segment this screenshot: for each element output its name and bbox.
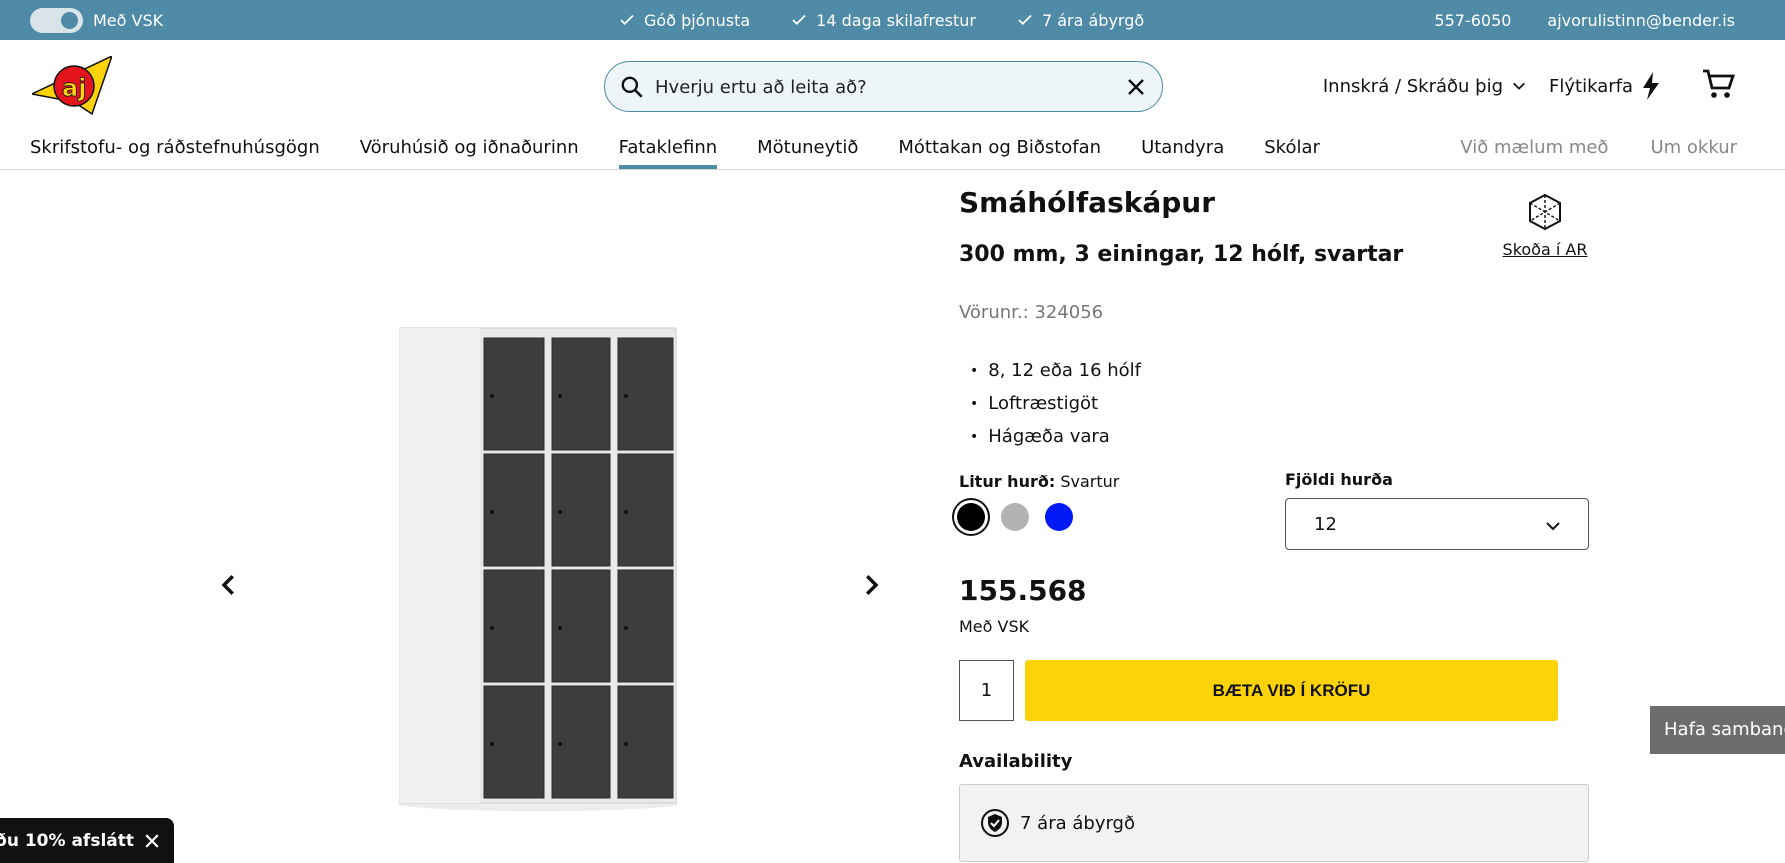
top-bar: Með VSK Góð þjónusta 14 daga skilafrestu… [0, 0, 1785, 40]
promo-text: fáðu 10% afslátt [0, 830, 134, 851]
product-sku: Vörunr.: 324056 [959, 302, 1104, 323]
close-icon[interactable] [1124, 75, 1148, 99]
usp-item: 14 daga skilafrestur [790, 11, 976, 30]
product-price: 155.568 [959, 574, 1087, 607]
feature-item: 8, 12 eða 16 hólf [970, 354, 1141, 387]
feature-item: Hágæða vara [970, 420, 1141, 453]
close-icon[interactable] [142, 831, 162, 851]
header-actions: Innskrá / Skráðu þig Flýtikarfa [1323, 66, 1737, 106]
availability-box: 7 ára ábyrgð [959, 784, 1589, 862]
doors-label: Fjöldi hurða [1285, 470, 1393, 489]
usp-item: Góð þjónusta [618, 11, 750, 30]
nav-item-warehouse[interactable]: Vöruhúsið og iðnaðurinn [360, 132, 579, 170]
chevron-down-icon [1546, 522, 1560, 531]
vat-toggle[interactable]: Með VSK [30, 8, 163, 33]
add-to-cart-button[interactable]: BÆTA VIÐ Í KRÖFU [1025, 660, 1558, 721]
contact-us-tab[interactable]: Hafa samband [1650, 706, 1785, 754]
color-value: Svartur [1060, 472, 1120, 491]
search-icon[interactable] [619, 74, 645, 100]
usp-item: 7 ára ábyrgð [1016, 11, 1144, 30]
login-label: Innskrá / Skráðu þig [1322, 75, 1504, 97]
view-in-ar-button[interactable]: Skoða í AR [1500, 192, 1590, 259]
product-title: Smáhólfaskápur [959, 186, 1216, 219]
main-nav: Skrifstofu- og ráðstefnuhúsgögn Vöruhúsi… [30, 132, 1360, 170]
usp-list: Góð þjónusta 14 daga skilafrestur 7 ára … [618, 0, 1144, 40]
ar-label: Skoða í AR [1502, 240, 1588, 259]
check-icon [1018, 14, 1032, 26]
search-bar [604, 61, 1163, 112]
contact-info: 557-6050 ajvorulistinn@bender.is [1434, 0, 1735, 40]
color-label: Litur hurð: Svartur [959, 472, 1119, 491]
doors-value: 12 [1314, 513, 1337, 535]
vat-toggle-label: Með VSK [93, 11, 164, 30]
color-label-title: Litur hurð: [959, 472, 1056, 491]
login-dropdown[interactable]: Innskrá / Skráðu þig [1323, 76, 1527, 97]
chevron-down-icon [1513, 82, 1525, 90]
chevron-right-icon[interactable] [856, 570, 886, 600]
usp-label: 14 daga skilafrestur [816, 10, 976, 30]
ar-cube-icon [1529, 193, 1561, 231]
cart-button[interactable] [1701, 66, 1737, 107]
nav-link-about[interactable]: Um okkur [1650, 132, 1737, 170]
swatch-blue[interactable] [1045, 503, 1073, 531]
availability-text: 7 ára ábyrgð [1020, 812, 1135, 834]
price-vat-label: Með VSK [959, 617, 1030, 636]
color-swatches [957, 503, 1073, 531]
quick-cart-button[interactable]: Flýtikarfa [1549, 72, 1661, 100]
product-subtitle: 300 mm, 3 einingar, 12 hólf, svartar [959, 242, 1404, 267]
swatch-black[interactable] [957, 503, 985, 531]
feature-list: 8, 12 eða 16 hólf Loftræstigöt Hágæða va… [970, 354, 1141, 453]
phone-link[interactable]: 557-6050 [1434, 11, 1511, 30]
search-input[interactable] [655, 72, 1095, 102]
shield-check-icon [981, 809, 1009, 837]
check-icon [792, 14, 806, 26]
usp-label: 7 ára ábyrgð [1041, 10, 1145, 30]
quantity-input[interactable]: 1 [959, 660, 1014, 721]
nav-item-office[interactable]: Skrifstofu- og ráðstefnuhúsgögn [30, 132, 320, 170]
nav-item-reception[interactable]: Móttakan og Biðstofan [898, 132, 1101, 170]
nav-divider [0, 169, 1785, 170]
nav-item-outdoor[interactable]: Utandyra [1141, 132, 1224, 170]
svg-text:aj: aj [62, 74, 86, 102]
chevron-left-icon[interactable] [214, 570, 244, 600]
check-icon [620, 14, 634, 26]
aj-logo[interactable]: aj [29, 54, 114, 116]
secondary-nav: Við mælum með Um okkur [1460, 132, 1737, 170]
feature-item: Loftræstigöt [970, 387, 1141, 420]
nav-link-recommend[interactable]: Við mælum með [1460, 132, 1608, 170]
lightning-icon [1643, 72, 1659, 100]
email-link[interactable]: ajvorulistinn@bender.is [1547, 11, 1735, 30]
nav-item-canteen[interactable]: Mötuneytið [757, 132, 858, 170]
nav-item-cloakroom[interactable]: Fataklefinn [618, 132, 718, 170]
nav-item-schools[interactable]: Skólar [1264, 132, 1320, 170]
product-image [398, 326, 678, 811]
promo-banner[interactable]: fáðu 10% afslátt [0, 818, 174, 863]
quick-cart-label: Flýtikarfa [1549, 75, 1633, 97]
cart-icon [1703, 69, 1735, 98]
toggle-switch[interactable] [30, 8, 83, 33]
availability-title: Availability [959, 751, 1073, 772]
doors-select[interactable]: 12 [1285, 498, 1589, 550]
swatch-grey[interactable] [1001, 503, 1029, 531]
usp-label: Góð þjónusta [644, 10, 751, 30]
